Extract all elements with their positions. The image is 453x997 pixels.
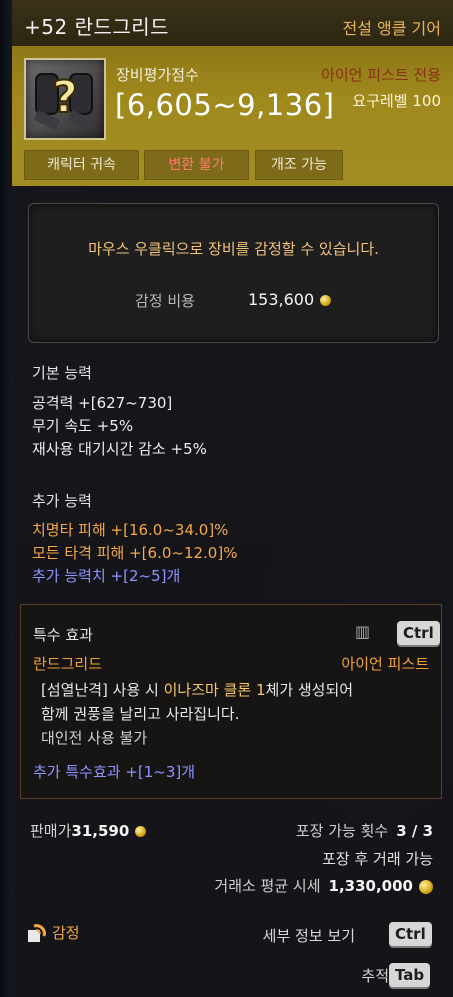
tooltip-header: +52 란드그리드 전설 앵클 기어 (12, 0, 453, 47)
badge-not-convertible: 변환 불가 (144, 150, 249, 180)
extra-stats-title: 추가 능력 (32, 492, 92, 510)
special-class: 아이언 피스트 (341, 655, 429, 673)
library-icon: ▥ (355, 622, 371, 641)
desc-text-b: 체가 생성되어 (265, 681, 354, 699)
appraisal-box: 마우스 우클릭으로 장비를 감정할 수 있습니다. 감정 비용 153,600 (28, 203, 439, 343)
appraise-action[interactable]: 감정 (26, 922, 80, 944)
svg-text:?: ? (52, 72, 78, 123)
sell-price: 판매가31,590 (30, 820, 147, 841)
stat-extra-count: 추가 능력치 +[2~5]개 (32, 567, 181, 585)
appraise-icon (28, 923, 46, 942)
avg-value: 1,330,000 (328, 877, 413, 895)
avg-label: 거래소 평균 시세 (214, 877, 321, 895)
appraisal-message: 마우스 우클릭으로 장비를 감정할 수 있습니다. (88, 240, 379, 258)
stat-all-hit-damage: 모든 타격 피해 +[6.0~12.0]% (32, 544, 238, 562)
appraisal-cost: 153,600 (248, 290, 332, 309)
pack-value: 3 / 3 (396, 822, 433, 840)
gear-score-label: 장비평가점수 (116, 66, 199, 84)
pack-label: 포장 가능 횟수 (295, 822, 389, 840)
basic-stats-title: 기본 능력 (32, 364, 92, 382)
mystery-gauntlet-icon: ? (24, 58, 106, 140)
tab-key-track[interactable]: Tab (389, 963, 431, 987)
badge-character-bound: 캐릭터 귀속 (24, 150, 139, 180)
pvp-restriction: 대인전 사용 불가 (41, 729, 148, 747)
pack-after-trade: 포장 후 거래 가능 (322, 850, 433, 868)
stat-attack: 공격력 +[627~730] (32, 394, 173, 412)
appraisal-cost-label: 감정 비용 (135, 292, 195, 310)
special-description-line-2: 함께 권풍을 날리고 사라집니다. (41, 705, 240, 723)
sell-value: 31,590 (71, 822, 130, 840)
stat-weapon-speed: 무기 속도 +5% (32, 417, 134, 435)
gold-coin-icon (320, 295, 332, 306)
background-strip (0, 0, 12, 997)
gold-coin-icon (135, 826, 147, 837)
item-name: +52 란드그리드 (24, 15, 170, 39)
level-requirement: 요구레벨 100 (352, 92, 441, 110)
item-tooltip: +52 란드그리드 전설 앵클 기어 ? 장비평가점수 [6,605~9,136… (12, 0, 453, 997)
ctrl-key-detail[interactable]: Ctrl (389, 922, 432, 946)
extra-special-count: 추가 특수효과 +[1~3]개 (33, 763, 196, 781)
appraise-label: 감정 (52, 924, 80, 942)
badge-modifiable: 개조 가능 (255, 150, 343, 180)
market-average-price: 거래소 평균 시세 1,330,000 (214, 875, 433, 896)
gold-coin-icon (419, 879, 433, 894)
class-requirement: 아이언 피스트 전용 (321, 66, 441, 84)
ctrl-key-special[interactable]: Ctrl (397, 621, 440, 645)
sell-label: 판매가 (30, 822, 72, 840)
stat-cooldown: 재사용 대기시간 감소 +5% (32, 440, 207, 458)
gear-score-value: [6,605~9,136] (115, 88, 335, 122)
detail-view-label: 세부 정보 보기 (262, 927, 355, 945)
special-effect-box: 특수 효과 ▥ Ctrl 란드그리드 아이언 피스트 [섬열난격] 사용 시 이… (20, 604, 442, 799)
item-grade: 전설 앵클 기어 (342, 19, 442, 38)
skill-name: [섬열난격] (41, 681, 108, 699)
desc-text-a: 사용 시 (107, 681, 164, 699)
item-summary-panel: ? 장비평가점수 [6,605~9,136] 아이언 피스트 전용 요구레벨 1… (12, 46, 453, 186)
track-label: 추적 (361, 967, 389, 985)
appraisal-cost-value: 153,600 (248, 290, 315, 309)
special-description-line-1: [섬열난격] 사용 시 이나즈마 클론 1체가 생성되어 (41, 679, 353, 700)
special-effect-title: 특수 효과 (33, 626, 93, 644)
pack-count: 포장 가능 횟수 3 / 3 (296, 820, 433, 841)
stat-crit-damage: 치명타 피해 +[16.0~34.0]% (32, 521, 229, 539)
special-set-name: 란드그리드 (33, 655, 103, 673)
clone-highlight: 이나즈마 클론 1 (163, 681, 266, 699)
